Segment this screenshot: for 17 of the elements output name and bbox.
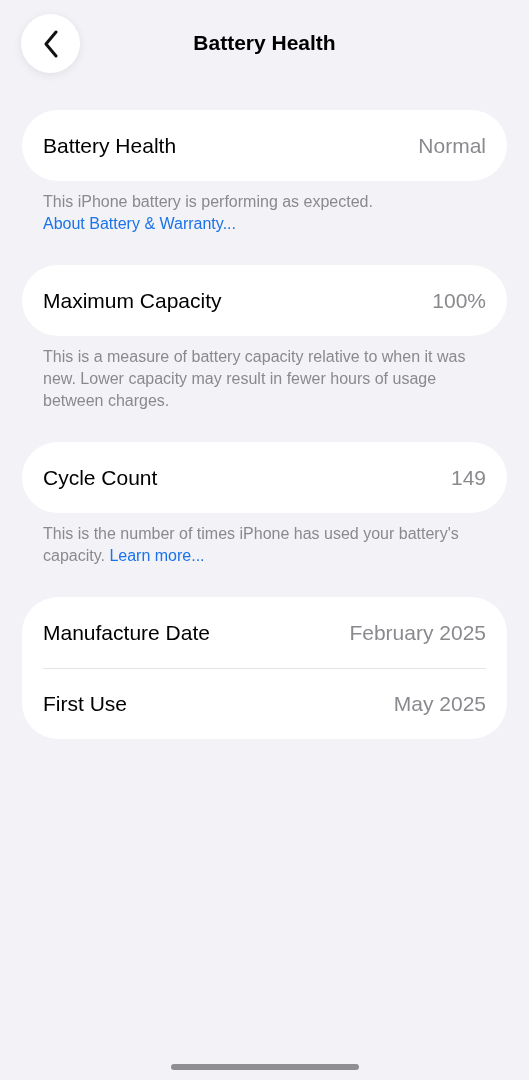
row-value: February 2025 xyxy=(349,619,486,646)
footnote-link[interactable]: About Battery & Warranty... xyxy=(43,215,236,232)
row-label: Battery Health xyxy=(43,132,177,159)
row-label: Maximum Capacity xyxy=(43,287,222,314)
section-footnote: This is a measure of battery capacity relative to when it was new. Lower capacity may result in fewer hours of usage between charges. xyxy=(42,347,467,411)
page-title: Battery Health xyxy=(193,30,336,57)
row-label: Manufacture Date xyxy=(43,619,210,646)
row-value: May 2025 xyxy=(393,691,486,718)
footnote-link[interactable]: Learn more... xyxy=(109,547,205,564)
row-value: 149 xyxy=(450,464,486,491)
row-value: Normal xyxy=(418,132,486,159)
row-value: 100% xyxy=(432,287,486,314)
back-chevron-icon xyxy=(42,29,59,58)
row-label: Cycle Count xyxy=(43,464,158,491)
row-label: First Use xyxy=(43,691,127,718)
section-footnote: This iPhone battery is performing as expected. About Battery & Warranty... xyxy=(42,192,374,234)
section-footnote: This is the number of times iPhone has used your battery's capacity. Learn more... xyxy=(42,524,460,566)
